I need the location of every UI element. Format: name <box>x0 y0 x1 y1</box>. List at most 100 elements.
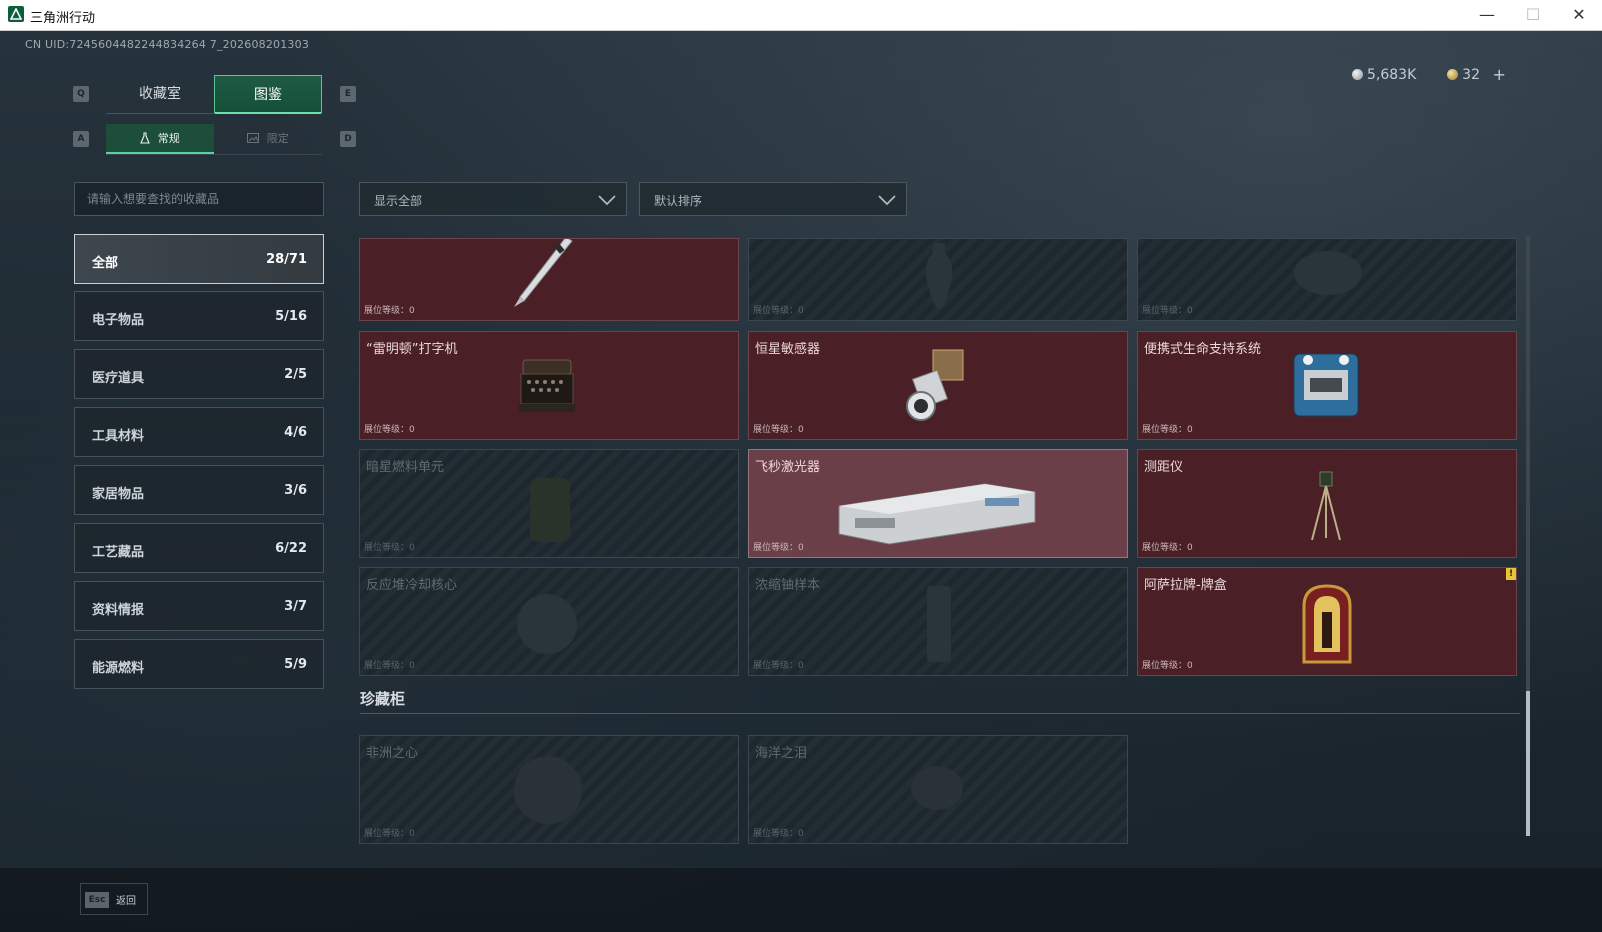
star-sensor-icon <box>899 346 973 430</box>
tab-collection-room[interactable]: 收藏室 <box>106 75 214 113</box>
chevron-down-icon <box>598 192 616 211</box>
search-input[interactable] <box>75 183 323 215</box>
filter-dropdown-label: 显示全部 <box>374 194 423 208</box>
item-level: 展位等级：0 <box>364 543 415 553</box>
relic-silhouette-icon <box>1288 243 1368 307</box>
window-title: 三角洲行动 <box>30 11 96 26</box>
vase-silhouette-icon <box>919 241 959 315</box>
laser-device-icon <box>835 472 1039 550</box>
subtab-regular-label: 常规 <box>157 132 180 145</box>
item-card-star-sensor[interactable]: 恒星敏感器 展位等级：0 <box>748 331 1128 440</box>
item-card-uranium-sample[interactable]: 浓缩铀样本 展位等级：0 <box>748 567 1128 676</box>
category-crafts[interactable]: 工艺藏品 6/22 <box>74 523 324 573</box>
category-count: 5/9 <box>284 657 307 672</box>
flask-icon <box>140 132 158 145</box>
rangefinder-icon <box>1306 466 1346 550</box>
item-level: 展位等级：0 <box>753 543 804 553</box>
item-level: 展位等级：0 <box>1142 306 1193 316</box>
category-medical[interactable]: 医疗道具 2/5 <box>74 349 324 399</box>
currency-bar: 5,683K 32 + <box>1352 65 1506 84</box>
category-name: 家居物品 <box>92 487 145 502</box>
category-count: 28/71 <box>266 252 307 267</box>
category-household[interactable]: 家居物品 3/6 <box>74 465 324 515</box>
fuel-cell-silhouette-icon <box>520 468 580 552</box>
category-name: 资料情报 <box>92 603 145 618</box>
item-level: 展位等级：0 <box>364 425 415 435</box>
item-name: 飞秒激光器 <box>755 460 821 475</box>
category-count: 4/6 <box>284 425 307 440</box>
item-card-tear-of-ocean[interactable]: 海洋之泪 展位等级：0 <box>748 735 1128 844</box>
item-name: 浓缩铀样本 <box>755 578 821 593</box>
item-level: 展位等级：0 <box>1142 543 1193 553</box>
category-name: 能源燃料 <box>92 661 145 676</box>
category-energy[interactable]: 能源燃料 5/9 <box>74 639 324 689</box>
key-hint-d: D <box>340 131 356 147</box>
life-support-icon <box>1288 346 1364 430</box>
item-name: 非洲之心 <box>366 746 419 761</box>
item-card-heart-of-africa[interactable]: 非洲之心 展位等级：0 <box>359 735 739 844</box>
pendant-silhouette-icon <box>907 758 967 822</box>
search-box <box>74 182 324 216</box>
subtab-regular[interactable]: 常规 <box>106 124 214 154</box>
typewriter-icon <box>515 354 579 424</box>
category-all[interactable]: 全部 28/71 <box>74 234 324 284</box>
item-card-rangefinder[interactable]: 测距仪 展位等级：0 <box>1137 449 1517 558</box>
add-currency-button[interactable]: + <box>1492 65 1505 84</box>
back-button[interactable]: Esc 返回 <box>80 883 148 915</box>
item-name: 阿萨拉牌-牌盒 <box>1144 578 1227 593</box>
scrollbar-thumb[interactable] <box>1526 691 1530 836</box>
key-hint-q: Q <box>73 86 89 102</box>
item-name: 暗星燃料单元 <box>366 460 445 475</box>
new-badge: ! <box>1506 568 1516 580</box>
gem-silhouette-icon <box>508 750 588 834</box>
item-name: 海洋之泪 <box>755 746 808 761</box>
maximize-button[interactable]: ☐ <box>1510 0 1556 30</box>
item-card-dark-star-fuel[interactable]: 暗星燃料单元 展位等级：0 <box>359 449 739 558</box>
app-icon <box>8 6 24 22</box>
image-icon <box>247 132 267 145</box>
category-name: 全部 <box>92 256 119 271</box>
main-tabs: 收藏室 图鉴 <box>106 75 322 114</box>
category-intel[interactable]: 资料情报 3/7 <box>74 581 324 631</box>
reactor-core-silhouette-icon <box>510 584 584 668</box>
collection-screen: CN UID:7245604482244834264 7_20260820130… <box>0 31 1602 932</box>
item-name: 测距仪 <box>1144 460 1184 475</box>
item-card-reactor-core[interactable]: 反应堆冷却核心 展位等级：0 <box>359 567 739 676</box>
item-level: 展位等级：0 <box>1142 661 1193 671</box>
item-card-typewriter[interactable]: “雷明顿”打字机 展位等级：0 <box>359 331 739 440</box>
sub-tabs: 常规 限定 <box>106 124 322 155</box>
fountain-pen-icon <box>510 239 580 313</box>
item-card-pen[interactable]: 展位等级：0 <box>359 238 739 321</box>
minimize-button[interactable]: — <box>1464 0 1510 30</box>
category-electronics[interactable]: 电子物品 5/16 <box>74 291 324 341</box>
grid-scrollbar[interactable] <box>1526 236 1530 836</box>
filter-dropdown[interactable]: 显示全部 <box>359 182 627 216</box>
subtab-limited-label: 限定 <box>266 132 289 145</box>
bottom-bar: Esc 返回 <box>0 868 1602 932</box>
key-hint-a: A <box>73 131 89 147</box>
subtab-limited[interactable]: 限定 <box>214 124 322 154</box>
sort-dropdown[interactable]: 默认排序 <box>639 182 907 216</box>
close-button[interactable]: ✕ <box>1556 0 1602 30</box>
item-name: 便携式生命支持系统 <box>1144 342 1262 357</box>
item-level: 展位等级：0 <box>364 661 415 671</box>
category-count: 3/6 <box>284 483 307 498</box>
item-name: “雷明顿”打字机 <box>366 342 458 357</box>
category-count: 2/5 <box>284 367 307 382</box>
item-level: 展位等级：0 <box>753 306 804 316</box>
esc-key-hint: Esc <box>85 892 109 908</box>
item-card-asala-card-box[interactable]: 阿萨拉牌-牌盒 ! 展位等级：0 <box>1137 567 1517 676</box>
category-name: 医疗道具 <box>92 371 145 386</box>
category-name: 工具材料 <box>92 429 145 444</box>
item-card-locked[interactable]: 展位等级：0 <box>748 238 1128 321</box>
key-hint-e: E <box>340 86 356 102</box>
chevron-down-icon <box>878 192 896 211</box>
card-box-icon <box>1300 582 1354 672</box>
item-level: 展位等级：0 <box>364 306 415 316</box>
silver-amount: 5,683K <box>1367 66 1417 83</box>
tab-catalog[interactable]: 图鉴 <box>214 75 322 114</box>
item-card-femtosecond-laser[interactable]: 飞秒激光器 展位等级：0 <box>748 449 1128 558</box>
item-card-life-support[interactable]: 便携式生命支持系统 展位等级：0 <box>1137 331 1517 440</box>
item-card-locked[interactable]: 展位等级：0 <box>1137 238 1517 321</box>
category-tools[interactable]: 工具材料 4/6 <box>74 407 324 457</box>
